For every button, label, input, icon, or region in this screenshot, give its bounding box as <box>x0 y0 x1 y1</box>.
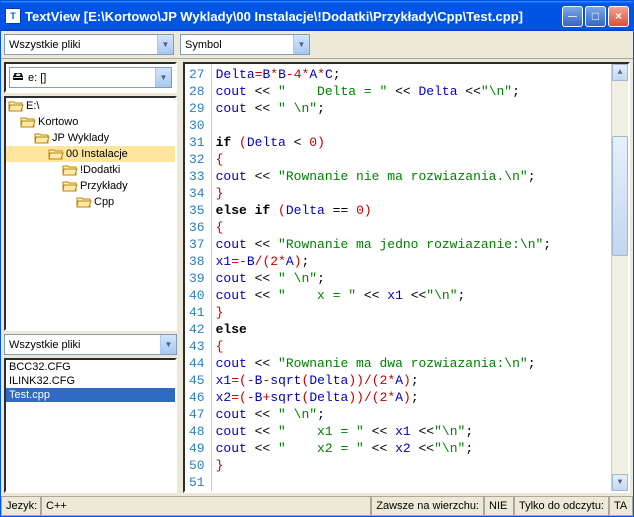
folder-icon <box>48 147 64 161</box>
maximize-button[interactable]: □ <box>585 6 606 27</box>
statusbar: Jezyk: C++ Zawsze na wierzchu: NIE Tylko… <box>1 496 633 516</box>
file-list-item[interactable]: BCC32.CFG <box>6 360 175 374</box>
tree-item-label: !Dodatki <box>80 164 120 176</box>
folder-icon <box>20 115 36 129</box>
file-filter2-value: Wszystkie pliki <box>5 339 160 351</box>
tree-item[interactable]: JP Wyklady <box>6 130 175 146</box>
tree-item-label: Przykłady <box>80 180 128 192</box>
scroll-thumb[interactable] <box>612 136 628 256</box>
sidebar: 🖴 e: [] ▼ E:\ Kortowo JP Wyklady 00 Instala… <box>1 59 183 496</box>
status-top-label: Zawsze na wierzchu: <box>371 497 484 516</box>
close-button[interactable]: × <box>608 6 629 27</box>
tree-item-label: JP Wyklady <box>52 132 109 144</box>
status-readonly-value: TA <box>609 497 633 516</box>
tree-item[interactable]: Przykłady <box>6 178 175 194</box>
folder-icon <box>34 131 50 145</box>
tree-item-label: 00 Instalacje <box>66 148 128 160</box>
code-area[interactable]: Delta=B*B-4*A*C;cout << " Delta = " << D… <box>212 64 611 491</box>
status-lang-value: C++ <box>41 497 371 516</box>
window-title: TextView [E:\Kortowo\JP Wyklady\00 Insta… <box>25 9 562 24</box>
file-list-item[interactable]: ILINK32.CFG <box>6 374 175 388</box>
chevron-down-icon: ▼ <box>157 35 173 54</box>
folder-tree[interactable]: E:\ Kortowo JP Wyklady 00 Instalacje !Dodatk… <box>4 96 177 331</box>
tree-item-label: Cpp <box>94 196 114 208</box>
folder-icon <box>62 163 78 177</box>
symbol-combo[interactable]: Symbol ▼ <box>180 34 310 55</box>
toolbar: Wszystkie pliki ▼ Symbol ▼ <box>1 31 633 59</box>
chevron-down-icon: ▼ <box>160 335 176 354</box>
line-gutter: 2728293031323334353637383940414243444546… <box>185 64 212 491</box>
drive-combo[interactable]: 🖴 e: [] ▼ <box>9 67 172 88</box>
tree-item[interactable]: Cpp <box>6 194 175 210</box>
app-icon: T <box>5 8 21 24</box>
code-editor[interactable]: 2728293031323334353637383940414243444546… <box>183 62 630 493</box>
scroll-down-button[interactable]: ▼ <box>612 474 628 491</box>
folder-icon <box>76 195 92 209</box>
app-window: T TextView [E:\Kortowo\JP Wyklady\00 Ins… <box>0 0 634 517</box>
folder-icon <box>62 179 78 193</box>
drive-icon: 🖴 <box>10 68 26 87</box>
file-filter2-combo[interactable]: Wszystkie pliki ▼ <box>4 334 177 355</box>
status-top-value: NIE <box>484 497 514 516</box>
chevron-down-icon: ▼ <box>293 35 309 54</box>
titlebar[interactable]: T TextView [E:\Kortowo\JP Wyklady\00 Ins… <box>1 1 633 31</box>
scroll-track[interactable] <box>612 81 628 474</box>
tree-item[interactable]: !Dodatki <box>6 162 175 178</box>
symbol-value: Symbol <box>181 39 293 51</box>
scroll-up-button[interactable]: ▲ <box>612 64 628 81</box>
tree-item-label: Kortowo <box>38 116 78 128</box>
file-filter-combo[interactable]: Wszystkie pliki ▼ <box>4 34 174 55</box>
file-filter-value: Wszystkie pliki <box>5 39 157 51</box>
chevron-down-icon: ▼ <box>155 68 171 87</box>
tree-item[interactable]: 00 Instalacje <box>6 146 175 162</box>
tree-item[interactable]: E:\ <box>6 98 175 114</box>
status-lang-label: Jezyk: <box>1 497 41 516</box>
folder-icon <box>8 99 24 113</box>
tree-item[interactable]: Kortowo <box>6 114 175 130</box>
tree-item-label: E:\ <box>26 100 39 112</box>
file-list-item[interactable]: Test.cpp <box>6 388 175 402</box>
file-list[interactable]: BCC32.CFGILINK32.CFGTest.cpp <box>4 358 177 493</box>
vertical-scrollbar[interactable]: ▲ ▼ <box>611 64 628 491</box>
drive-label: e: [] <box>26 72 155 84</box>
status-readonly-label: Tylko do odczytu: <box>514 497 609 516</box>
drive-panel: 🖴 e: [] ▼ <box>4 62 177 93</box>
minimize-button[interactable]: ─ <box>562 6 583 27</box>
